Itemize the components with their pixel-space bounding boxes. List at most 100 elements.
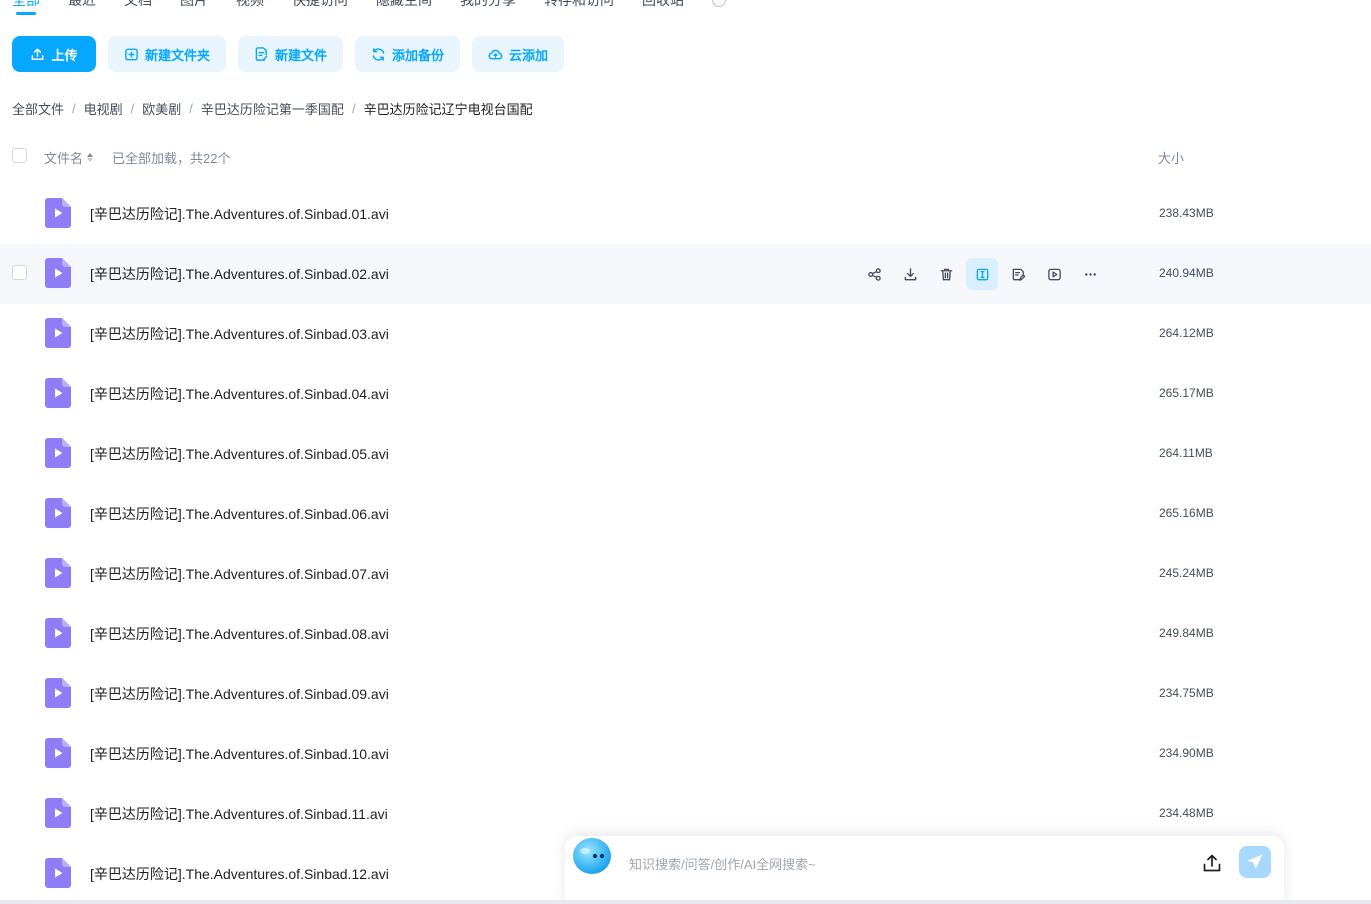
upload-icon[interactable] [1201,852,1223,874]
breadcrumb: 全部文件 / 电视剧 / 欧美剧 / 辛巴达历险记第一季国配 / 辛巴达历险记辽宁电视台国配 [12,99,533,118]
delete-button[interactable] [930,258,962,290]
file-size: 234.75MB [1159,686,1214,700]
file-manager-page: 全部 最近 文档 图片 视频 快捷访问 隐藏空间 我的分享 转存和访问 回收站 上传 新建文件夹 … [0,0,1371,904]
breadcrumb-separator: / [189,101,193,116]
detail-icon [975,267,990,282]
rename-button[interactable] [1002,258,1034,290]
file-size: 264.11MB [1159,446,1213,460]
file-row[interactable]: [辛巴达历险记].The.Adventures.of.Sinbad.07.avi… [0,544,1371,604]
name-column-label: 文件名 [44,151,84,166]
breadcrumb-item[interactable]: 辛巴达历险记第一季国配 [201,99,344,118]
video-file-icon [45,438,71,468]
cloud-add-label: 云添加 [509,47,549,63]
breadcrumb-item: 辛巴达历险记辽宁电视台国配 [363,102,533,117]
share-button[interactable] [858,258,890,290]
file-row[interactable]: [辛巴达历险记].The.Adventures.of.Sinbad.11.avi… [0,784,1371,844]
file-list: [辛巴达历险记].The.Adventures.of.Sinbad.01.avi… [0,184,1371,904]
tab-1[interactable]: 最近 [68,0,96,10]
upload-button[interactable]: 上传 [12,36,96,72]
video-file-icon [45,498,71,528]
file-name[interactable]: [辛巴达历险记].The.Adventures.of.Sinbad.05.avi [90,444,389,464]
new-folder-button[interactable]: 新建文件夹 [108,36,227,72]
detail-button[interactable] [966,258,998,290]
file-name[interactable]: [辛巴达历险记].The.Adventures.of.Sinbad.06.avi [90,504,389,524]
file-name[interactable]: [辛巴达历险记].The.Adventures.of.Sinbad.04.avi [90,384,389,404]
tab-7[interactable]: 我的分享 [460,0,516,10]
select-all-checkbox[interactable] [12,148,27,163]
video-file-icon [45,258,71,288]
load-status: 已全部加载，共22个 [112,151,231,166]
send-icon [1247,854,1263,869]
breadcrumb-separator: / [72,101,76,116]
new-file-label: 新建文件 [275,47,328,63]
file-size: 234.48MB [1159,806,1214,820]
ai-search-input[interactable] [629,852,1189,876]
file-name[interactable]: [辛巴达历险记].The.Adventures.of.Sinbad.10.avi [90,744,389,764]
file-row[interactable]: [辛巴达历险记].The.Adventures.of.Sinbad.04.avi… [0,364,1371,424]
file-name[interactable]: [辛巴达历险记].The.Adventures.of.Sinbad.08.avi [90,624,389,644]
file-size: 249.84MB [1159,626,1214,640]
delete-icon [939,267,954,282]
breadcrumb-item[interactable]: 欧美剧 [142,99,181,118]
play-button[interactable] [1038,258,1070,290]
tab-5[interactable]: 快捷访问 [292,0,348,10]
tab-8[interactable]: 转存和访问 [544,0,614,10]
file-row[interactable]: [辛巴达历险记].The.Adventures.of.Sinbad.02.avi… [0,244,1371,304]
file-row[interactable]: [辛巴达历险记].The.Adventures.of.Sinbad.06.avi… [0,484,1371,544]
add-backup-button[interactable]: 添加备份 [355,36,461,72]
bottom-divider [0,900,1371,904]
cloud-upload-icon [488,49,503,59]
upload-label: 上传 [51,47,78,63]
more-icon [1083,267,1098,282]
share-icon [867,267,882,282]
file-name[interactable]: [辛巴达历险记].The.Adventures.of.Sinbad.11.avi [90,804,388,824]
file-name[interactable]: [辛巴达历险记].The.Adventures.of.Sinbad.09.avi [90,684,389,704]
file-name[interactable]: [辛巴达历险记].The.Adventures.of.Sinbad.12.avi [90,864,389,884]
file-row[interactable]: [辛巴达历险记].The.Adventures.of.Sinbad.08.avi… [0,604,1371,664]
file-size: 264.12MB [1159,326,1214,340]
breadcrumb-separator: / [130,101,135,116]
file-row[interactable]: [辛巴达历险记].The.Adventures.of.Sinbad.01.avi… [0,184,1371,244]
video-file-icon [45,798,71,828]
tab-4[interactable]: 视频 [236,0,264,10]
file-name[interactable]: [辛巴达历险记].The.Adventures.of.Sinbad.03.avi [90,324,389,344]
sort-icon [87,153,94,162]
row-checkbox[interactable] [12,265,27,280]
size-column-header[interactable]: 大小 [1158,148,1184,167]
file-name[interactable]: [辛巴达历险记].The.Adventures.of.Sinbad.07.avi [90,564,389,584]
ai-search-bar [565,836,1284,904]
file-size: 265.16MB [1159,506,1214,520]
file-row[interactable]: [辛巴达历险记].The.Adventures.of.Sinbad.09.avi… [0,664,1371,724]
send-button[interactable] [1239,846,1271,878]
file-name[interactable]: [辛巴达历险记].The.Adventures.of.Sinbad.02.avi [90,264,389,284]
file-row[interactable]: [辛巴达历险记].The.Adventures.of.Sinbad.03.avi… [0,304,1371,364]
file-size: 245.24MB [1159,566,1214,580]
file-row[interactable]: [辛巴达历险记].The.Adventures.of.Sinbad.10.avi… [0,724,1371,784]
tab-0[interactable]: 全部 [12,0,40,10]
more-button[interactable] [1074,258,1106,290]
upload-icon [32,47,44,60]
ai-assistant-avatar-icon[interactable] [571,836,613,876]
file-name[interactable]: [辛巴达历险记].The.Adventures.of.Sinbad.01.avi [90,204,389,224]
file-size: 238.43MB [1159,206,1214,220]
file-list-header: 文件名 已全部加载，共22个 大小 [0,140,1371,172]
row-actions [858,256,1106,292]
cloud-add-button[interactable]: 云添加 [472,36,565,72]
download-icon [903,267,918,282]
breadcrumb-item[interactable]: 电视剧 [84,99,123,118]
new-file-button[interactable]: 新建文件 [238,36,344,72]
file-row[interactable]: [辛巴达历险记].The.Adventures.of.Sinbad.05.avi… [0,424,1371,484]
tab-2[interactable]: 文档 [124,0,152,10]
breadcrumb-item[interactable]: 全部文件 [12,99,64,118]
active-tab-underline [16,12,36,15]
tab-6[interactable]: 隐藏空间 [376,0,432,10]
help-icon[interactable] [712,0,726,7]
name-column-header[interactable]: 文件名 [44,148,94,167]
tab-9[interactable]: 回收站 [642,0,684,10]
video-file-icon [45,198,71,228]
download-button[interactable] [894,258,926,290]
file-size: 234.90MB [1159,746,1214,760]
tab-3[interactable]: 图片 [180,0,208,10]
refresh-icon [372,47,385,61]
video-file-icon [45,378,71,408]
